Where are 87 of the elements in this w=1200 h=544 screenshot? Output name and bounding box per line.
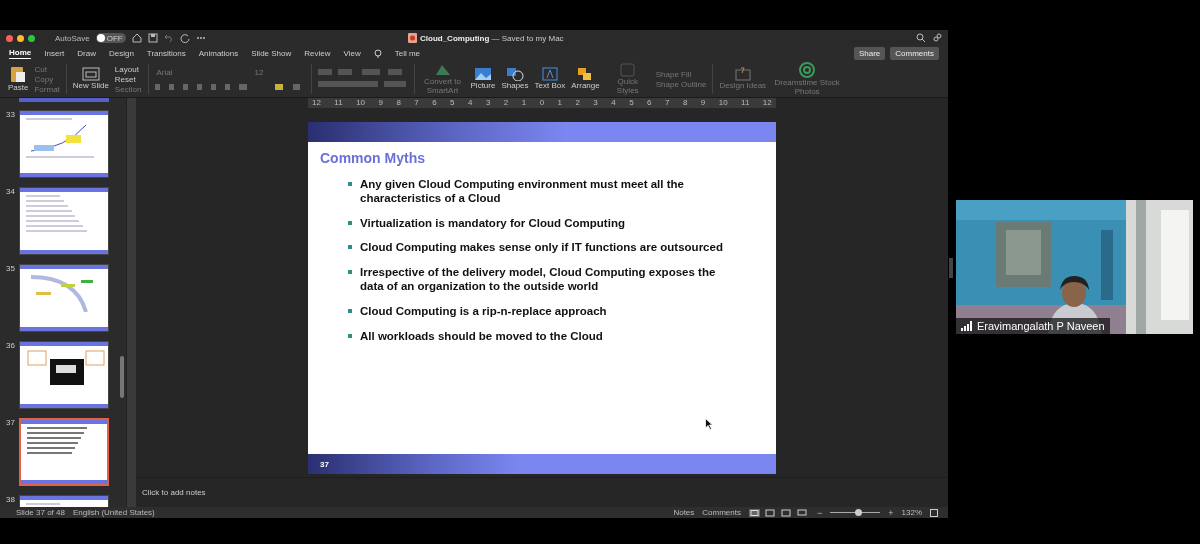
ribbon-tab[interactable]: Animations [198,48,239,59]
window-title: Cloud_Computing — Saved to my Mac [420,33,564,43]
bullet-icon [348,245,352,250]
close-button[interactable] [6,34,13,42]
mouse-pointer-icon [705,418,713,430]
scrollbar-thumb[interactable] [120,356,124,398]
language-status[interactable]: English (United States) [72,508,155,517]
slide-thumbnail[interactable] [19,264,109,332]
bullet-icon [348,220,352,225]
slide-tool-button[interactable]: Layout [114,64,142,74]
document-icon [408,33,417,43]
slide-tool-button[interactable]: Reset [114,74,142,84]
slide-number: 33 [6,110,16,121]
slide-thumbnail[interactable] [19,98,109,102]
ribbon-tab[interactable]: Insert [44,48,65,59]
bullet-text: Virtualization is mandatory for Cloud Computing [360,216,625,231]
resize-handle[interactable] [949,258,953,278]
search-icon[interactable] [916,33,926,43]
slide-number: 36 [6,341,16,352]
bullet-text: Any given Cloud Computing environment must meet all the characteristics of a Cloud [360,178,685,206]
slide-counter: Slide 37 of 48 [16,508,65,517]
styles-icon [619,63,636,78]
redo-icon[interactable] [179,33,190,43]
tell-me-field[interactable]: Tell me [394,48,421,59]
picture-button[interactable]: Picture [470,67,496,91]
bullet-text: Cloud Computing makes sense only if IT functions are outsourced [360,241,723,256]
arrange-icon [577,67,594,82]
undo-icon[interactable] [163,33,174,43]
comments-status-button[interactable]: Comments [702,508,741,517]
ribbon-tab[interactable]: Draw [77,48,96,59]
home-icon[interactable] [131,33,142,43]
slide-thumbnail[interactable] [19,341,109,409]
bullet-icon [348,308,352,313]
clipboard-icon [10,65,27,84]
autosave-toggle[interactable]: OFF [95,33,126,43]
autosave-label: AutoSave [55,33,90,43]
bullet-text: All workloads should be moved to the Cloud [360,329,603,344]
slide-number: 37 [6,418,16,429]
fit-to-window-icon[interactable] [930,508,938,517]
text-box-icon [541,67,558,82]
minimize-button[interactable] [17,34,24,42]
image-icon [473,67,492,82]
triangle-icon [433,63,452,78]
participant-name: Eravimangalath P Naveen [977,320,1105,332]
signal-icon [961,321,973,331]
lightbulb-icon [373,48,382,59]
ribbon-tab[interactable]: Design [108,48,134,59]
ribbon-tab[interactable]: Home [9,48,32,59]
new-slide-button[interactable]: New Slide [72,67,109,91]
zoom-percentage[interactable]: 132% [901,508,922,517]
ribbon-tab[interactable]: Review [304,48,331,59]
arrange-button[interactable]: Arrange [571,67,600,91]
slide-thumbnail[interactable] [19,418,109,486]
slide-thumbnail[interactable] [19,187,109,255]
ribbon-tab[interactable]: Transitions [146,48,186,59]
ribbon-tab[interactable]: Slide Show [251,48,292,59]
bullet-icon [348,270,352,275]
share-button[interactable]: Share [853,47,886,60]
slide-number: 34 [6,187,16,198]
zoom-out-button[interactable]: − [817,507,823,518]
bullet-icon [348,182,352,186]
slide-title: Common Myths [319,149,426,166]
comments-button[interactable]: Comments [890,47,939,60]
zoom-slider-thumb[interactable] [854,509,862,516]
shapes-icon [506,67,524,82]
horizontal-ruler: 12 11 10 9 8 7 6 5 4 3 2 1 0 1 2 3 4 5 6 7 8 9 10 11 12 [308,98,776,108]
textbox-button[interactable]: Text Box [534,67,566,91]
paste-button[interactable]: Paste [8,65,29,93]
notes-button[interactable]: Notes [673,508,695,517]
save-icon[interactable] [147,33,158,43]
slide-number: 35 [6,264,16,275]
shapes-button[interactable]: Shapes [501,67,529,91]
ribbon-tab[interactable]: View [343,48,361,59]
view-mode-icons[interactable] [749,508,809,517]
bullet-text: Irrespective of the delivery model, Cloud Computing exposes the data of an organization to the outside world [360,266,717,294]
design-ideas-icon [734,67,751,82]
spiral-icon [799,62,816,79]
notes-field[interactable]: Click to add notes [142,488,206,497]
more-icon[interactable] [195,36,206,40]
bullet-icon [348,333,352,338]
slide-number: 38 [6,495,16,506]
slide-layout-icon [81,67,100,82]
zoom-button[interactable] [28,34,35,42]
bullet-text: Cloud Computing is a rip-n-replace approach [360,304,607,319]
slide-page-number: 37 [320,459,329,469]
zoom-in-button[interactable]: + [888,507,894,518]
slide-thumbnail[interactable] [19,110,109,178]
